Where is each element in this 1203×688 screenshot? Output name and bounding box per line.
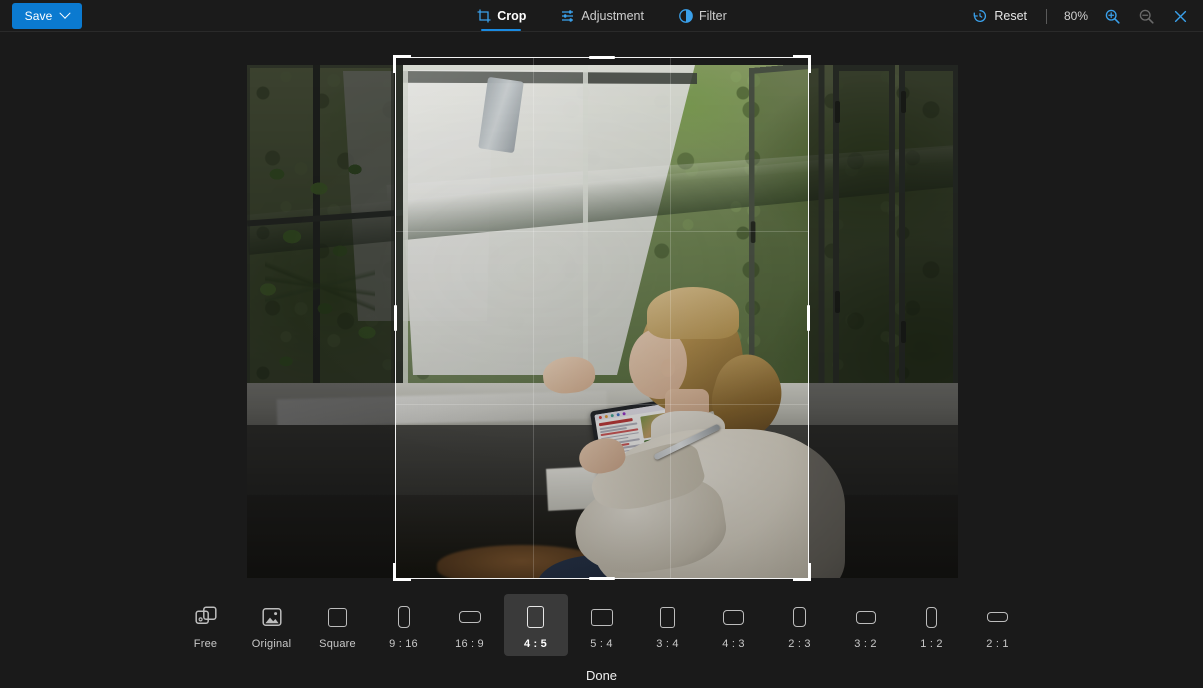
footer-actions: Done: [0, 664, 1203, 688]
crop-handle-left-center[interactable]: [394, 305, 397, 331]
ratio-option-original-label: Original: [251, 638, 292, 650]
ratio-option-9-16[interactable]: 9 : 16: [372, 594, 436, 656]
crop-icon: [477, 9, 491, 23]
zoom-level-value: 80%: [1063, 9, 1089, 23]
crop-dim-right: [808, 65, 958, 578]
reset-button[interactable]: Reset: [965, 3, 1034, 29]
ratio-option-16-9-label: 16 : 9: [455, 638, 484, 650]
ratio-option-square-label: Square: [319, 638, 356, 650]
ratio-option-4-5-label: 4 : 5: [523, 638, 547, 650]
ratio-option-1-2-label: 1 : 2: [920, 638, 943, 650]
crop-handle-right-center[interactable]: [807, 305, 810, 331]
ratio-option-4-5[interactable]: 4 : 5: [503, 594, 568, 656]
ratio-option-2-3[interactable]: 2 : 3: [768, 594, 832, 656]
ratio-option-3-2-label: 3 : 2: [854, 638, 877, 650]
crop-handle-top-right[interactable]: [793, 55, 811, 73]
crop-grid-line-h2: [396, 404, 808, 405]
crop-handle-bottom-right[interactable]: [793, 563, 811, 581]
ratio-option-2-1-label: 2 : 1: [986, 638, 1009, 650]
ratio-option-16-9[interactable]: 16 : 9: [438, 594, 502, 656]
ratio-option-free[interactable]: Free: [174, 594, 238, 656]
zoom-in-button[interactable]: [1097, 2, 1127, 30]
tab-active-underline: [481, 29, 522, 31]
ratio-option-3-4-label: 3 : 4: [656, 638, 679, 650]
crop-handle-bottom-center[interactable]: [589, 577, 615, 580]
tab-adjustment[interactable]: Adjustment: [558, 0, 646, 32]
ratio-option-1-2[interactable]: 1 : 2: [900, 594, 964, 656]
portrait-icon: [793, 602, 806, 632]
toolbar-right-controls: Reset 80%: [965, 0, 1195, 32]
landscape-icon: [458, 602, 481, 632]
ratio-option-5-4[interactable]: 5 : 4: [570, 594, 634, 656]
filter-circle-icon: [679, 9, 693, 23]
history-undo-icon: [973, 9, 987, 23]
ratio-option-4-3-label: 4 : 3: [722, 638, 745, 650]
zoom-in-icon: [1105, 9, 1120, 24]
ratio-option-5-4-label: 5 : 4: [590, 638, 613, 650]
landscape-icon: [723, 602, 744, 632]
portrait-icon: [660, 602, 675, 632]
ratio-option-9-16-label: 9 : 16: [389, 638, 418, 650]
crop-selection-rect[interactable]: [393, 55, 811, 581]
crop-handle-bottom-left[interactable]: [393, 563, 411, 581]
reset-button-label: Reset: [994, 9, 1027, 23]
tab-adjustment-label: Adjustment: [581, 9, 644, 23]
crop-handle-top-center[interactable]: [589, 56, 615, 59]
ratio-option-4-3[interactable]: 4 : 3: [702, 594, 766, 656]
ratio-option-original[interactable]: Original: [240, 594, 304, 656]
editor-canvas[interactable]: [0, 32, 1203, 594]
portrait-icon: [397, 602, 410, 632]
crop-grid-line-v1: [533, 58, 534, 578]
ratio-option-free-label: Free: [193, 638, 218, 650]
crop-grid-line-h1: [396, 231, 808, 232]
square-icon: [328, 602, 347, 632]
zoom-out-button[interactable]: [1131, 2, 1161, 30]
photo-editor-window: Save Crop Adjustment Filter Reset 80% Fr…: [0, 0, 1203, 688]
ratio-option-2-3-label: 2 : 3: [788, 638, 811, 650]
tab-filter-label: Filter: [698, 9, 727, 23]
crop-free-icon: [194, 602, 217, 632]
landscape-icon: [590, 602, 613, 632]
landscape-icon: [987, 602, 1008, 632]
tab-filter[interactable]: Filter: [676, 0, 729, 32]
done-button[interactable]: Done: [560, 664, 643, 687]
portrait-icon: [527, 602, 544, 632]
tab-crop[interactable]: Crop: [474, 0, 528, 32]
crop-grid-line-v2: [670, 58, 671, 578]
ratio-option-square[interactable]: Square: [306, 594, 370, 656]
ratio-option-2-1[interactable]: 2 : 1: [966, 594, 1030, 656]
crop-handle-top-left[interactable]: [393, 55, 411, 73]
tab-crop-label: Crop: [497, 9, 527, 23]
ratio-option-3-2[interactable]: 3 : 2: [834, 594, 898, 656]
ratio-option-3-4[interactable]: 3 : 4: [636, 594, 700, 656]
close-button[interactable]: [1165, 2, 1195, 30]
crop-dim-left: [247, 65, 396, 578]
toolbar-divider: [1046, 8, 1047, 24]
portrait-icon: [926, 602, 937, 632]
top-toolbar: Save Crop Adjustment Filter Reset 80%: [0, 0, 1203, 32]
landscape-icon: [855, 602, 876, 632]
aspect-ratio-bar: Free Original Square 9 : 16 16 : 9 4: 5…: [0, 594, 1203, 664]
sliders-icon: [562, 10, 574, 22]
image-original-icon: [261, 602, 283, 632]
zoom-out-icon: [1139, 9, 1154, 24]
close-icon: [1174, 10, 1186, 22]
